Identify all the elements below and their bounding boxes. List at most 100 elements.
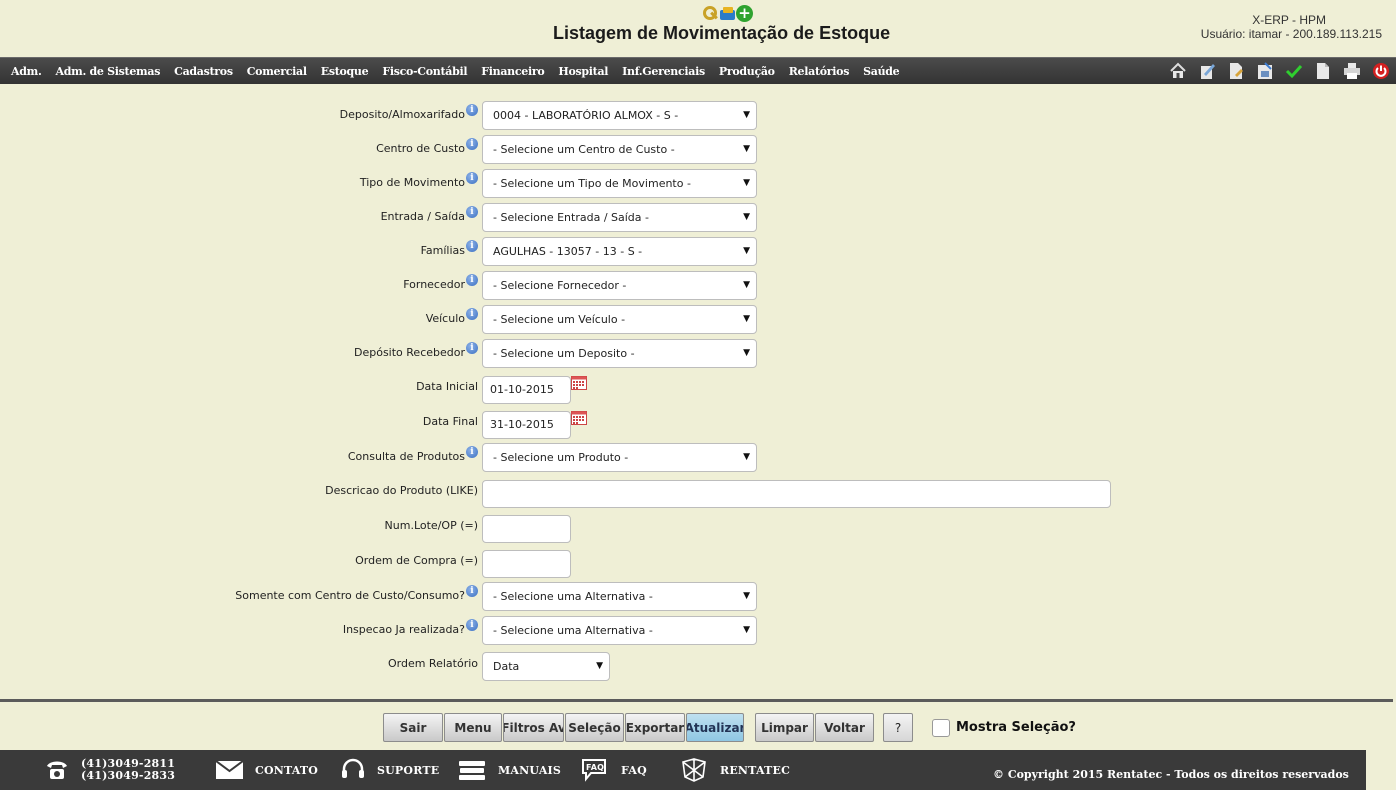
atualizar-button[interactable]: Atualizar <box>686 713 744 742</box>
info-icon[interactable]: i <box>466 308 478 320</box>
help-button[interactable]: ? <box>883 713 913 742</box>
divider <box>0 699 1393 702</box>
nav-item-producao[interactable]: Produção <box>712 65 782 78</box>
entrada-saida-label: Entrada / Saída i <box>381 206 478 223</box>
document-pencil-icon[interactable] <box>1225 61 1247 81</box>
nav-item-inf-gerenciais[interactable]: Inf.Gerenciais <box>615 65 712 78</box>
phone-number-2: (41)3049-2833 <box>81 769 176 782</box>
data-final-input[interactable]: 31-10-2015 <box>482 411 571 439</box>
confirm-check-icon[interactable] <box>1283 61 1305 81</box>
selecao-button[interactable]: Seleção <box>565 713 624 742</box>
voltar-button[interactable]: Voltar <box>815 713 874 742</box>
info-icon[interactable]: i <box>466 138 478 150</box>
sair-button[interactable]: Sair <box>383 713 443 742</box>
info-icon[interactable]: i <box>466 172 478 184</box>
consulta-produtos-row: Consulta de Produtos i - Selecione um Pro… <box>0 441 1396 472</box>
save-document-icon[interactable] <box>1254 61 1276 81</box>
filtros-avancados-button[interactable]: Filtros Av <box>503 713 564 742</box>
familias-select[interactable]: AGULHAS - 13057 - 13 - S - <box>482 237 757 266</box>
ordem-compra-input[interactable] <box>482 550 571 578</box>
main-menu-bar: Adm. Adm. de Sistemas Cadastros Comercia… <box>0 57 1396 84</box>
data-inicial-input[interactable]: 01-10-2015 <box>482 376 571 404</box>
nav-item-relatorios[interactable]: Relatórios <box>782 65 856 78</box>
inspecao-select[interactable]: - Selecione uma Alternativa - <box>482 616 757 645</box>
nav-item-adm-sistemas[interactable]: Adm. de Sistemas <box>49 65 168 78</box>
system-name: X-ERP - HPM <box>1252 13 1326 27</box>
info-icon[interactable]: i <box>466 104 478 116</box>
contato-link[interactable]: CONTATO <box>255 764 318 777</box>
svg-text:FAQ: FAQ <box>586 763 604 772</box>
nav-item-cadastros[interactable]: Cadastros <box>167 65 240 78</box>
footer-faq[interactable]: FAQ FAQ <box>581 750 647 790</box>
mostra-selecao-checkbox[interactable] <box>932 719 950 737</box>
menu-button[interactable]: Menu <box>444 713 502 742</box>
info-icon[interactable]: i <box>466 274 478 286</box>
nav-item-fisco-contabil[interactable]: Fisco-Contábil <box>375 65 474 78</box>
suporte-link[interactable]: SUPORTE <box>377 764 439 777</box>
deposito-row: Deposito/Almoxarifado i 0004 - LABORATÓRI… <box>0 99 1396 130</box>
consulta-produtos-label: Consulta de Produtos i <box>348 446 478 463</box>
num-lote-label: Num.Lote/OP (=) <box>384 519 478 532</box>
envelope-icon <box>216 761 243 779</box>
fornecedor-select[interactable]: - Selecione Fornecedor - <box>482 271 757 300</box>
add-icon[interactable]: + <box>736 5 753 22</box>
tipo-movimento-select[interactable]: - Selecione um Tipo de Movimento - <box>482 169 757 198</box>
veiculo-label: Veículo i <box>426 308 478 325</box>
footer-contato[interactable]: CONTATO <box>216 750 318 790</box>
user-info: Usuário: itamar - 200.189.113.215 <box>1200 27 1382 41</box>
num-lote-input[interactable] <box>482 515 571 543</box>
nav-item-hospital[interactable]: Hospital <box>551 65 615 78</box>
nav-item-saude[interactable]: Saúde <box>856 65 906 78</box>
nav-item-adm[interactable]: Adm. <box>4 65 49 78</box>
nav-item-financeiro[interactable]: Financeiro <box>474 65 551 78</box>
calendar-icon[interactable] <box>571 411 587 425</box>
books-icon <box>459 761 485 780</box>
fornecedor-row: Fornecedor i - Selecione Fornecedor - <box>0 269 1396 300</box>
deposito-recebedor-label: Depósito Recebedor i <box>354 342 478 359</box>
veiculo-select[interactable]: - Selecione um Veículo - <box>482 305 757 334</box>
calendar-icon[interactable] <box>571 376 587 390</box>
deposito-recebedor-row: Depósito Recebedor i - Selecione um Depos… <box>0 337 1396 368</box>
footer-rentatec[interactable]: RENTATEC <box>680 750 790 790</box>
print-icon[interactable] <box>1341 61 1363 81</box>
info-icon[interactable]: i <box>466 342 478 354</box>
key-icon[interactable] <box>702 5 719 22</box>
edit-document-icon[interactable] <box>1196 61 1218 81</box>
ordem-relatorio-select[interactable]: Data <box>482 652 610 681</box>
fornecedor-label: Fornecedor i <box>403 274 478 291</box>
centro-custo-select[interactable]: - Selecione um Centro de Custo - <box>482 135 757 164</box>
inspecao-label: Inspecao Ja realizada? i <box>343 619 478 636</box>
deposito-recebedor-select[interactable]: - Selecione um Deposito - <box>482 339 757 368</box>
power-off-icon[interactable] <box>1370 61 1392 81</box>
rentatec-link[interactable]: RENTATEC <box>720 764 790 777</box>
descricao-produto-input[interactable] <box>482 480 1111 508</box>
consulta-produtos-select[interactable]: - Selecione um Produto - <box>482 443 757 472</box>
data-final-row: Data Final 31-10-2015 <box>0 408 1396 439</box>
somente-centro-select[interactable]: - Selecione uma Alternativa - <box>482 582 757 611</box>
footer-manuais[interactable]: MANUAIS <box>458 750 561 790</box>
tipo-movimento-label: Tipo de Movimento i <box>360 172 478 189</box>
info-icon[interactable]: i <box>466 619 478 631</box>
footer-suporte[interactable]: SUPORTE <box>341 750 439 790</box>
nav-item-estoque[interactable]: Estoque <box>314 65 376 78</box>
manuais-link[interactable]: MANUAIS <box>498 764 561 777</box>
box-icon[interactable] <box>719 5 736 22</box>
limpar-button[interactable]: Limpar <box>755 713 814 742</box>
rentatec-logo-icon <box>682 758 706 782</box>
nav-item-comercial[interactable]: Comercial <box>240 65 314 78</box>
home-icon[interactable] <box>1167 61 1189 81</box>
exportar-button[interactable]: Exportar <box>625 713 685 742</box>
new-document-icon[interactable] <box>1312 61 1334 81</box>
deposito-select[interactable]: 0004 - LABORATÓRIO ALMOX - S - <box>482 101 757 130</box>
page-header: + Listagem de Movimentação de Estoque X-… <box>0 0 1396 57</box>
info-icon[interactable]: i <box>466 240 478 252</box>
ordem-compra-row: Ordem de Compra (=) <box>0 547 1396 578</box>
faq-bubble-icon: FAQ <box>582 759 606 782</box>
header-icons: + <box>702 5 753 22</box>
info-icon[interactable]: i <box>466 585 478 597</box>
entrada-saida-select[interactable]: - Selecione Entrada / Saída - <box>482 203 757 232</box>
info-icon[interactable]: i <box>466 446 478 458</box>
info-icon[interactable]: i <box>466 206 478 218</box>
faq-link[interactable]: FAQ <box>621 764 647 777</box>
descricao-produto-row: Descricao do Produto (LIKE) <box>0 477 1396 508</box>
